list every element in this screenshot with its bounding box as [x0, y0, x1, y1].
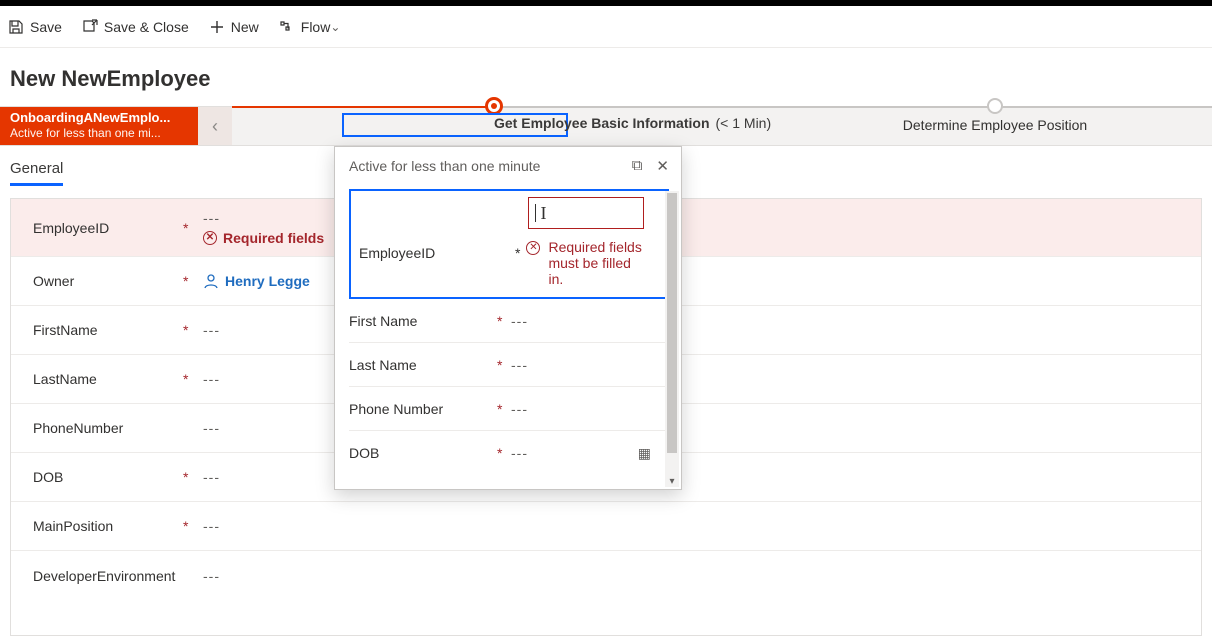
- error-icon: ✕: [526, 241, 540, 255]
- flyout-row-firstname: First Name * ---: [349, 299, 669, 343]
- flow-label: Flow: [301, 19, 331, 35]
- popout-icon[interactable]: ⧉: [632, 157, 643, 175]
- flyout-dob-value-area[interactable]: --- ▦: [511, 445, 669, 462]
- bpf-stage-future-label[interactable]: Determine Employee Position: [903, 117, 1087, 133]
- stage-flyout: Active for less than one minute ⧉ ✕ Empl…: [334, 146, 682, 490]
- save-close-label: Save & Close: [104, 19, 189, 35]
- bpf-bar: OnboardingANewEmplo... Active for less t…: [0, 106, 1212, 146]
- lastname-value[interactable]: ---: [203, 371, 220, 387]
- required-marker: *: [497, 357, 511, 373]
- required-marker: *: [515, 197, 520, 261]
- employeeid-value-area[interactable]: --- ✕ Required fields: [203, 210, 324, 246]
- mainposition-label: MainPosition: [33, 518, 183, 534]
- flyout-dob-value: ---: [511, 445, 528, 461]
- required-marker: *: [497, 401, 511, 417]
- employeeid-label: EmployeeID: [33, 220, 183, 236]
- flyout-phone-value[interactable]: ---: [511, 401, 669, 417]
- flyout-row-phone: Phone Number * ---: [349, 387, 669, 431]
- required-marker: *: [183, 322, 203, 338]
- dob-value[interactable]: ---: [203, 469, 220, 485]
- new-button[interactable]: New: [209, 19, 259, 35]
- owner-value-area[interactable]: Henry Legge: [203, 273, 310, 289]
- flyout-phone-label: Phone Number: [349, 401, 497, 417]
- flyout-status: Active for less than one minute: [349, 158, 540, 174]
- bpf-process-sub: Active for less than one mi...: [10, 126, 188, 141]
- required-marker: *: [497, 313, 511, 329]
- bpf-node-future[interactable]: [987, 98, 1003, 114]
- firstname-label: FirstName: [33, 322, 183, 338]
- field-row-devenv: DeveloperEnvironment ---: [11, 551, 1201, 600]
- bpf-stage-active-duration: (< 1 Min): [716, 115, 772, 131]
- employeeid-value: ---: [203, 210, 324, 226]
- new-label: New: [231, 19, 259, 35]
- devenv-label: DeveloperEnvironment: [33, 568, 183, 584]
- devenv-value[interactable]: ---: [203, 568, 220, 584]
- save-close-icon: [82, 19, 98, 35]
- field-row-mainposition: MainPosition * ---: [11, 502, 1201, 551]
- tab-general[interactable]: General: [10, 160, 63, 186]
- text-caret: [535, 204, 536, 222]
- dob-label: DOB: [33, 469, 183, 485]
- chevron-left-icon: ‹: [212, 116, 218, 137]
- phone-label: PhoneNumber: [33, 420, 183, 436]
- bpf-stage-active[interactable]: Get Employee Basic Information (< 1 Min): [494, 115, 771, 131]
- save-label: Save: [30, 19, 62, 35]
- plus-icon: [209, 19, 225, 35]
- flyout-body: EmployeeID * I ✕ Required fields must be…: [335, 189, 681, 489]
- flyout-lastname-label: Last Name: [349, 357, 497, 373]
- flyout-employeeid-label: EmployeeID: [359, 245, 435, 261]
- error-icon: ✕: [203, 231, 217, 245]
- bpf-track: Get Employee Basic Information (< 1 Min)…: [232, 107, 1212, 145]
- flyout-row-dob: DOB * --- ▦: [349, 431, 669, 475]
- flyout-scrollbar[interactable]: ▾: [665, 191, 679, 487]
- save-button[interactable]: Save: [8, 19, 62, 35]
- scroll-down-icon[interactable]: ▾: [665, 476, 679, 487]
- required-marker: *: [183, 518, 203, 534]
- firstname-value[interactable]: ---: [203, 322, 220, 338]
- flow-icon: [279, 19, 295, 35]
- required-marker: *: [183, 469, 203, 485]
- employeeid-error: ✕ Required fields: [203, 230, 324, 246]
- flyout-row-lastname: Last Name * ---: [349, 343, 669, 387]
- flow-button[interactable]: Flow ⌄: [279, 19, 341, 35]
- owner-value: Henry Legge: [225, 273, 310, 289]
- flyout-lastname-value[interactable]: ---: [511, 357, 669, 373]
- bpf-line-done: [232, 106, 492, 108]
- flyout-firstname-label: First Name: [349, 313, 497, 329]
- required-marker: *: [183, 273, 203, 289]
- save-icon: [8, 19, 24, 35]
- bpf-process-name: OnboardingANewEmplo...: [10, 110, 188, 126]
- command-bar: Save Save & Close New Flow ⌄: [0, 6, 1212, 48]
- ibeam-cursor-icon: I: [540, 203, 546, 224]
- bpf-back-button[interactable]: ‹: [198, 107, 232, 145]
- owner-label: Owner: [33, 273, 183, 289]
- chevron-down-icon: ⌄: [330, 20, 340, 34]
- close-icon[interactable]: ✕: [656, 157, 669, 175]
- person-icon: [203, 273, 219, 289]
- phone-value[interactable]: ---: [203, 420, 220, 436]
- required-marker: *: [183, 220, 203, 236]
- bpf-node-active[interactable]: [485, 97, 503, 115]
- bpf-process-chip[interactable]: OnboardingANewEmplo... Active for less t…: [0, 107, 198, 145]
- calendar-icon[interactable]: ▦: [638, 445, 651, 462]
- required-marker: *: [497, 445, 511, 461]
- scrollbar-thumb[interactable]: [667, 193, 677, 453]
- lastname-label: LastName: [33, 371, 183, 387]
- flyout-dob-label: DOB: [349, 445, 497, 461]
- page-title: New NewEmployee: [0, 48, 1212, 106]
- flyout-employeeid-input[interactable]: I: [528, 197, 644, 229]
- mainposition-value[interactable]: ---: [203, 518, 220, 534]
- save-close-button[interactable]: Save & Close: [82, 19, 189, 35]
- flyout-employeeid-error: ✕ Required fields must be filled in.: [526, 239, 659, 287]
- required-marker: *: [183, 371, 203, 387]
- bpf-stage-active-name: Get Employee Basic Information: [494, 115, 710, 131]
- flyout-header: Active for less than one minute ⧉ ✕: [335, 147, 681, 185]
- annotation-box-employeeid: EmployeeID * I ✕ Required fields must be…: [349, 189, 669, 299]
- flyout-firstname-value[interactable]: ---: [511, 313, 669, 329]
